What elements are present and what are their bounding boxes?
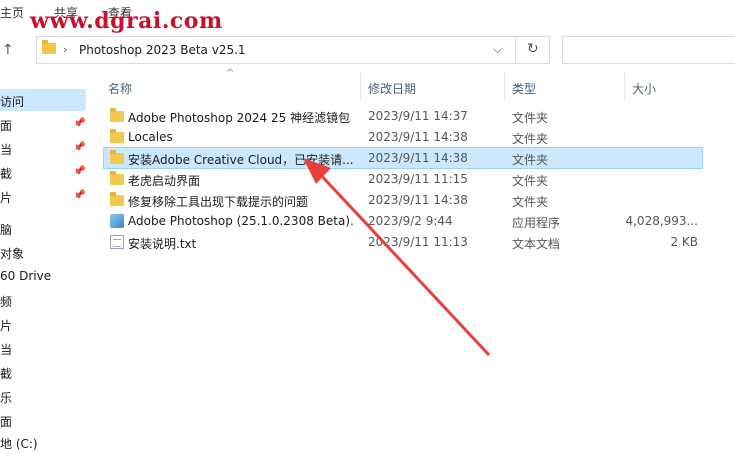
file-row-selected[interactable]: 安装Adobe Creative Cloud，已安装请... 2023/9/11… xyxy=(103,147,703,169)
file-date: 2023/9/11 14:38 xyxy=(368,193,468,207)
file-name: Locales xyxy=(128,130,173,144)
file-row[interactable]: 老虎启动界面 2023/9/11 11:15 文件夹 xyxy=(104,169,702,189)
sidebar-item-downloads[interactable]: 截 📌 xyxy=(0,161,86,183)
file-name: Adobe Photoshop (25.1.0.2308 Beta).... xyxy=(128,214,354,228)
file-name: 安装说明.txt xyxy=(128,237,197,251)
file-date: 2023/9/11 11:13 xyxy=(368,235,468,249)
file-type: 文件夹 xyxy=(512,153,549,167)
file-type: 文件夹 xyxy=(512,174,549,188)
refresh-icon[interactable]: ↻ xyxy=(527,41,539,57)
folder-icon xyxy=(42,40,56,54)
file-row[interactable]: Adobe Photoshop 2024 25 神经滤镜包 2023/9/11 … xyxy=(104,106,702,126)
search-input[interactable] xyxy=(562,36,735,64)
pin-icon: 📌 xyxy=(72,190,85,201)
file-type: 文件夹 xyxy=(512,111,549,125)
sidebar-item-videos[interactable]: 频 xyxy=(0,289,86,311)
sidebar-item-desktop[interactable]: 面 📌 xyxy=(0,113,86,135)
folder-icon xyxy=(110,171,124,185)
column-divider[interactable] xyxy=(504,72,505,100)
file-type: 应用程序 xyxy=(512,216,561,230)
column-header-date[interactable]: 修改日期 xyxy=(368,80,416,97)
folder-icon xyxy=(110,129,124,143)
file-type: 文件夹 xyxy=(512,132,549,146)
text-file-icon xyxy=(110,235,124,249)
sidebar-item-pictures[interactable]: 片 📌 xyxy=(0,185,86,207)
file-name: 修复移除工具出现下载提示的问题 xyxy=(128,195,309,209)
pin-icon: 📌 xyxy=(72,166,85,177)
sidebar-item-music[interactable]: 乐 xyxy=(0,385,86,407)
file-row[interactable]: 修复移除工具出现下载提示的问题 2023/9/11 14:38 文件夹 xyxy=(104,190,702,210)
chevron-right-icon[interactable]: › xyxy=(63,43,67,56)
folder-icon xyxy=(110,192,124,206)
up-arrow-icon[interactable]: ↑ xyxy=(2,42,14,58)
file-date: 2023/9/11 14:37 xyxy=(368,109,468,123)
sidebar-item-desktop-2[interactable]: 面 xyxy=(0,409,86,431)
pin-icon: 📌 xyxy=(72,142,85,153)
file-name: 老虎启动界面 xyxy=(128,174,201,188)
sidebar-item-documents-2[interactable]: 当 xyxy=(0,337,86,359)
sort-ascending-icon: ^ xyxy=(226,68,235,79)
sidebar-item-local-disk-c[interactable]: 地 (C:) xyxy=(0,431,86,453)
watermark: www.dgrai.com xyxy=(30,8,223,34)
file-row[interactable]: 安装说明.txt 2023/9/11 11:13 文本文档 2 KB xyxy=(104,232,702,252)
app-icon xyxy=(110,214,124,228)
column-divider[interactable] xyxy=(624,72,625,100)
folder-icon xyxy=(110,150,124,164)
file-row[interactable]: Locales 2023/9/11 14:38 文件夹 xyxy=(104,127,702,147)
file-type: 文件夹 xyxy=(512,195,549,209)
file-row[interactable]: Adobe Photoshop (25.1.0.2308 Beta).... 2… xyxy=(104,211,702,231)
column-header-type[interactable]: 类型 xyxy=(512,80,536,97)
sidebar: 访问 面 📌 当 📌 截 📌 片 📌 脑 对象 60 Drive 频 片 当 截 乐 面… xyxy=(0,80,100,451)
sidebar-item-pictures-2[interactable]: 片 xyxy=(0,313,86,335)
sidebar-item-downloads-2[interactable]: 截 xyxy=(0,361,86,383)
address-path[interactable]: Photoshop 2023 Beta v25.1 xyxy=(79,43,246,57)
folder-icon xyxy=(110,108,124,122)
column-divider[interactable] xyxy=(360,72,361,100)
address-divider xyxy=(515,37,516,63)
file-name: Adobe Photoshop 2024 25 神经滤镜包 xyxy=(128,111,351,125)
file-type: 文本文档 xyxy=(512,237,561,251)
column-header-size[interactable]: 大小 xyxy=(632,80,656,97)
pin-icon: 📌 xyxy=(72,118,85,129)
file-size: 2 KB xyxy=(670,235,698,249)
file-name: 安装Adobe Creative Cloud，已安装请... xyxy=(128,153,354,167)
sidebar-item-quick-access[interactable]: 访问 xyxy=(0,89,86,111)
address-bar[interactable]: › Photoshop 2023 Beta v25.1 ⌵ ↻ xyxy=(36,36,550,64)
file-date: 2023/9/11 11:15 xyxy=(368,172,468,186)
file-date: 2023/9/11 14:38 xyxy=(368,151,468,165)
column-header-name[interactable]: 名称 xyxy=(108,80,132,97)
file-size: 4,028,993... xyxy=(625,214,698,228)
tab-home[interactable]: 主页 xyxy=(0,4,24,21)
file-date: 2023/9/11 14:38 xyxy=(368,130,468,144)
chevron-down-icon[interactable]: ⌵ xyxy=(493,42,502,57)
sidebar-item-documents[interactable]: 当 📌 xyxy=(0,137,86,159)
sidebar-item-3d-objects[interactable]: 对象 xyxy=(0,241,86,263)
sidebar-item-360-drive[interactable]: 60 Drive xyxy=(0,265,86,287)
file-date: 2023/9/2 9:44 xyxy=(368,214,453,228)
sidebar-item-this-pc[interactable]: 脑 xyxy=(0,217,86,239)
